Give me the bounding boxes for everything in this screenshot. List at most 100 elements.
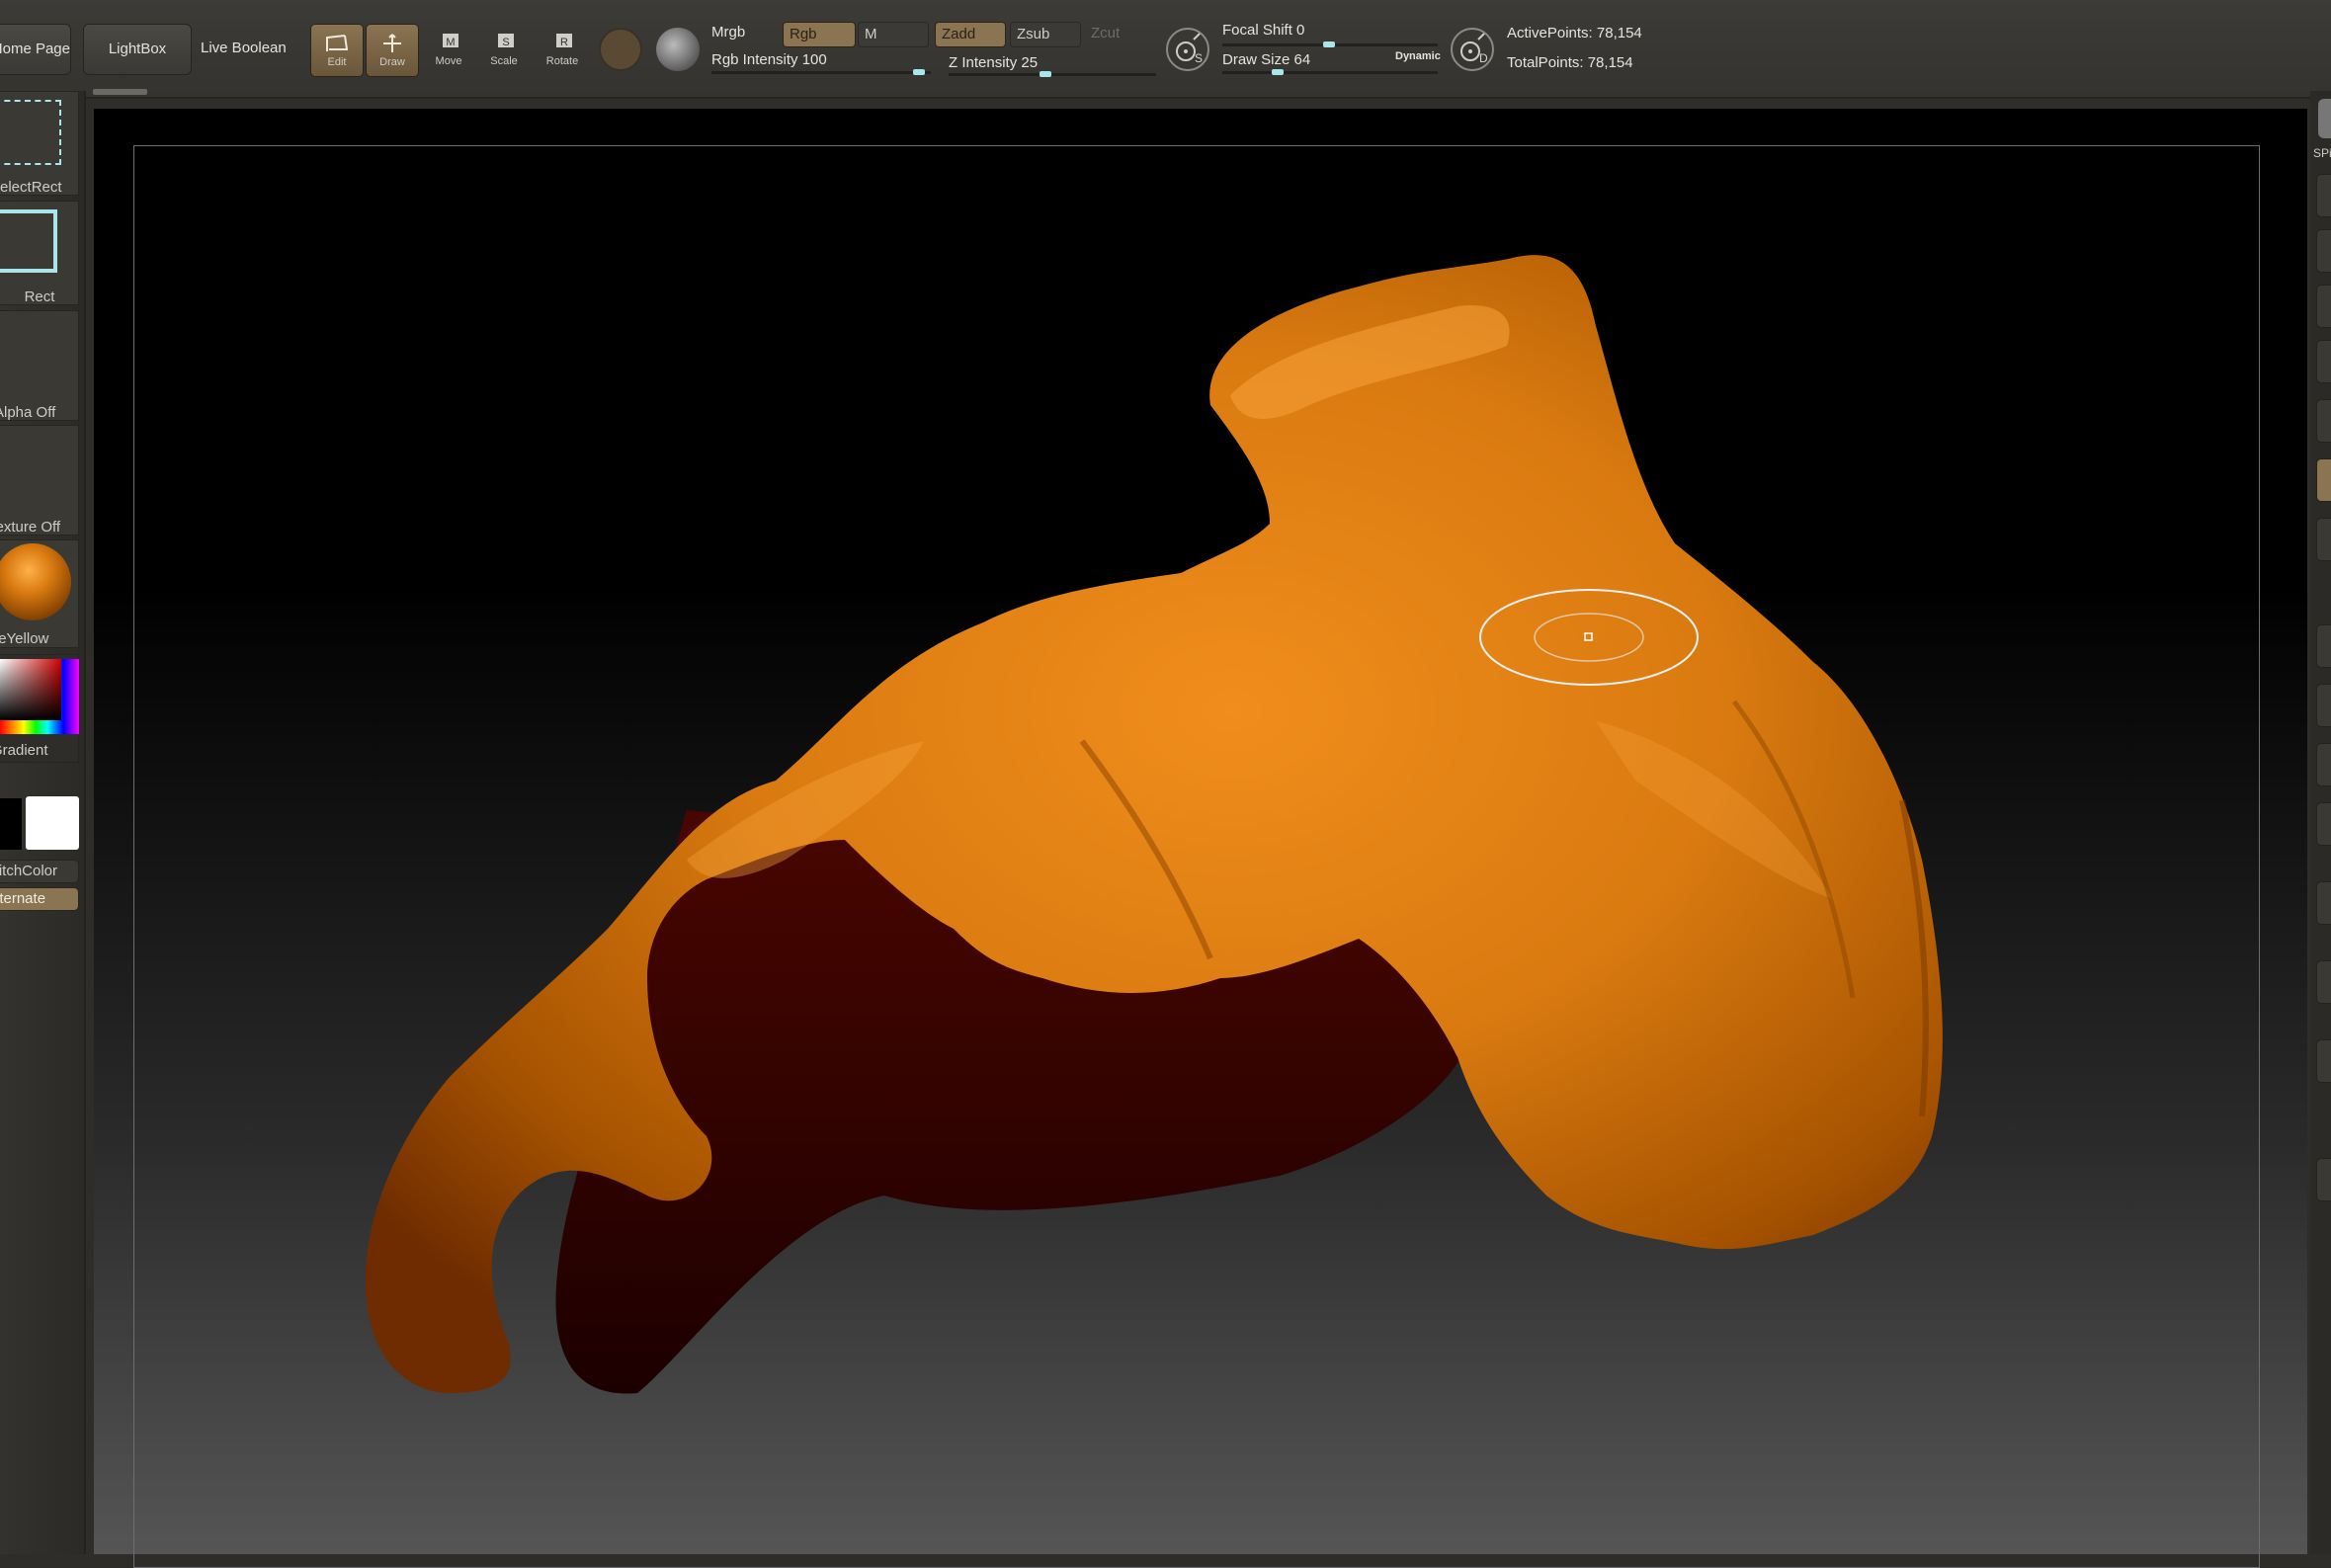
total-points-readout: TotalPoints: 78,154 [1507, 54, 1633, 71]
focal-shift-track[interactable] [1222, 41, 1438, 47]
select-rect-icon [0, 100, 61, 165]
right-shelf-button-13[interactable] [2316, 960, 2331, 1004]
z-intensity-slider[interactable]: Z Intensity 25 [949, 54, 1038, 71]
right-shelf-button-7[interactable] [2316, 518, 2331, 561]
svg-text:S: S [502, 37, 509, 48]
gradient-label: Gradient [0, 742, 48, 759]
rgb-intensity-value: 100 [801, 51, 827, 68]
draw-size-knob[interactable] [1272, 69, 1284, 75]
right-shelf-button-6[interactable] [2316, 458, 2331, 502]
draw-size-dynamic-toggle[interactable]: D [1451, 28, 1494, 71]
draw-size-toggle-label: D [1479, 51, 1488, 65]
select-rect-slot[interactable]: SelectRect [0, 91, 79, 196]
material-slot[interactable]: SkinShadeYellow [0, 539, 79, 648]
rgb-intensity-knob[interactable] [913, 69, 925, 75]
lightbox-button[interactable]: LightBox [83, 24, 192, 75]
zcut-button[interactable]: Zcut [1085, 22, 1156, 47]
right-shelf-button-4[interactable] [2316, 340, 2331, 383]
edit-icon [326, 35, 349, 51]
z-intensity-track[interactable] [949, 71, 1156, 77]
sculpt-model[interactable] [94, 109, 2307, 1554]
rgb-intensity-label: Rgb Intensity [711, 51, 798, 68]
texture-label: Texture Off [0, 519, 61, 536]
move-label: Move [435, 55, 462, 67]
zadd-button[interactable]: Zadd [935, 22, 1006, 47]
rect-slot[interactable]: Rect [0, 201, 79, 305]
main-color-swatch[interactable] [26, 796, 79, 850]
z-intensity-label: Z Intensity [949, 54, 1018, 71]
rotate-label: Rotate [545, 55, 579, 67]
home-page-label: Home Page [0, 41, 70, 57]
right-shelf-button-14[interactable] [2316, 1039, 2331, 1083]
right-shelf-button-1[interactable] [2316, 174, 2331, 217]
total-points-label: TotalPoints: [1507, 54, 1584, 71]
focal-shift-toggle[interactable]: S [1166, 28, 1209, 71]
draw-label: Draw [379, 56, 405, 68]
svg-text:M: M [446, 37, 455, 48]
active-points-label: ActivePoints: [1507, 25, 1593, 41]
draw-size-value: 64 [1293, 51, 1311, 68]
gradient-slot[interactable]: Gradient [0, 654, 79, 763]
rect-icon [0, 209, 57, 273]
scale-button[interactable]: S Scale [477, 24, 531, 77]
focal-shift-slider[interactable]: Focal Shift 0 [1222, 22, 1304, 39]
rotate-button[interactable]: R Rotate [536, 24, 589, 77]
color-sphere-button[interactable] [656, 28, 700, 71]
top-toolbar: Home Page LightBox Live Boolean Edit Dra… [0, 0, 2331, 99]
material-label: SkinShadeYellow [0, 630, 49, 647]
z-intensity-value: 25 [1021, 54, 1039, 71]
right-shelf-button-5[interactable] [2316, 399, 2331, 443]
focal-shift-label: Focal Shift [1222, 22, 1292, 39]
rect-label: Rect [24, 289, 55, 305]
right-shelf-button-10[interactable] [2316, 743, 2331, 786]
total-points-value: 78,154 [1587, 54, 1633, 71]
draw-size-slider[interactable]: Draw Size 64 [1222, 51, 1310, 68]
rgb-intensity-slider[interactable]: Rgb Intensity 100 [711, 51, 827, 68]
dynamic-toggle[interactable]: Dynamic [1395, 50, 1441, 62]
zsub-button[interactable]: Zsub [1010, 22, 1081, 47]
right-shelf-button-2[interactable] [2316, 229, 2331, 273]
draw-icon [383, 34, 401, 52]
draw-size-label: Draw Size [1222, 51, 1290, 68]
move-icon: M [443, 34, 458, 48]
edit-button[interactable]: Edit [310, 24, 364, 77]
switch-color-button[interactable]: SwitchColor [0, 860, 79, 883]
alpha-slot[interactable]: Alpha Off [0, 310, 79, 421]
right-shelf-button-15[interactable] [2316, 1158, 2331, 1201]
home-page-button[interactable]: Home Page [0, 24, 71, 75]
m-button[interactable]: M [858, 22, 929, 47]
document-canvas[interactable] [94, 109, 2307, 1568]
edit-label: Edit [327, 56, 347, 68]
rgb-intensity-track[interactable] [711, 69, 931, 75]
left-shelf: SelectRect Rect Alpha Off Texture Off Sk… [0, 91, 86, 1554]
right-shelf-button-12[interactable] [2316, 881, 2331, 925]
draw-size-track[interactable] [1222, 69, 1438, 75]
switch-color-label: SwitchColor [0, 863, 58, 879]
scale-icon: S [498, 34, 514, 48]
material-sphere-icon [0, 543, 71, 620]
active-points-value: 78,154 [1596, 25, 1642, 41]
secondary-color-swatch[interactable] [0, 798, 22, 850]
move-button[interactable]: M Move [422, 24, 475, 77]
alternate-button[interactable]: Alternate [0, 887, 79, 911]
focal-shift-knob[interactable] [1323, 41, 1335, 47]
material-sphere-button[interactable] [599, 28, 642, 71]
texture-slot[interactable]: Texture Off [0, 425, 79, 536]
live-boolean-button[interactable]: Live Boolean [201, 40, 287, 56]
mrgb-button[interactable]: Mrgb [711, 24, 745, 41]
canvas-scroll-handle[interactable] [93, 89, 147, 95]
right-shelf-button-11[interactable] [2316, 802, 2331, 846]
right-shelf-button-9[interactable] [2316, 684, 2331, 727]
active-points-readout: ActivePoints: 78,154 [1507, 25, 1642, 41]
rgb-button[interactable]: Rgb [783, 22, 856, 47]
brush-thumbnail[interactable] [2318, 99, 2331, 138]
right-shelf-button-3[interactable] [2316, 285, 2331, 328]
right-shelf: SPix [2310, 91, 2331, 1554]
alpha-label: Alpha Off [0, 404, 56, 421]
alternate-label: Alternate [0, 890, 46, 907]
draw-button[interactable]: Draw [366, 24, 419, 77]
z-intensity-knob[interactable] [1040, 71, 1051, 77]
rotate-icon: R [556, 34, 572, 48]
right-shelf-button-8[interactable] [2316, 624, 2331, 668]
color-picker-shade [0, 659, 61, 720]
